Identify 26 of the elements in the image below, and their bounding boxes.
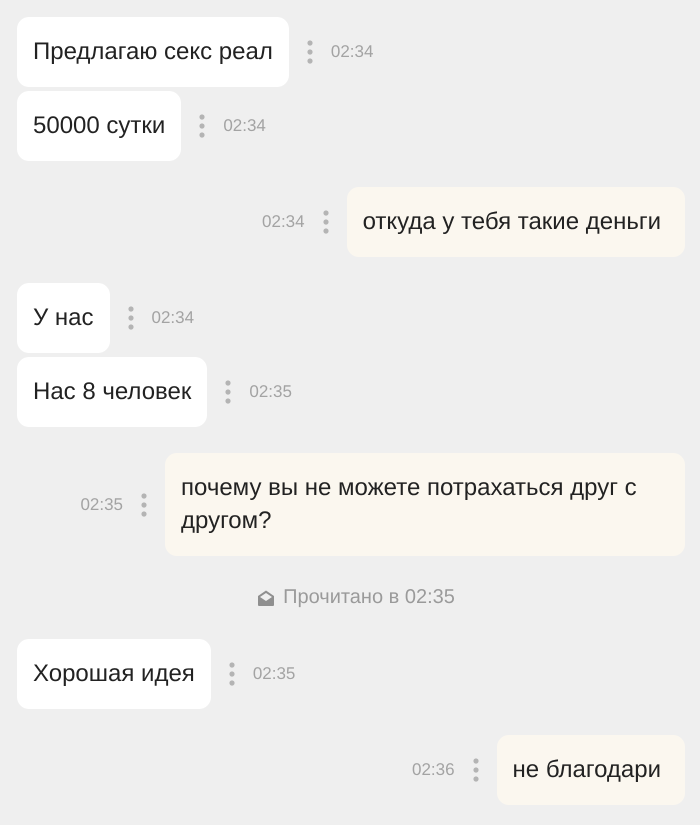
message-time: 02:34 [330, 42, 374, 62]
message-bubble: 50000 сутки [17, 91, 182, 161]
message-time: 02:35 [249, 382, 292, 402]
message-bubble: Нас 8 человек [17, 357, 208, 427]
message-time: 02:34 [262, 212, 305, 232]
more-icon[interactable] [306, 40, 313, 64]
more-icon[interactable] [225, 380, 232, 404]
message-time: 02:35 [80, 494, 123, 514]
more-icon[interactable] [228, 662, 235, 686]
more-icon[interactable] [472, 758, 479, 782]
message-time: 02:34 [223, 116, 266, 136]
open-envelope-icon [257, 590, 276, 606]
message-bubble: почему вы не можете потрахаться друг с другом? [165, 453, 685, 556]
message-bubble: откуда у тебя такие деньги [346, 187, 685, 257]
message-time: 02:34 [152, 308, 194, 328]
message-time: 02:36 [412, 760, 455, 780]
more-icon[interactable] [322, 210, 329, 234]
more-icon[interactable] [199, 114, 206, 138]
message-bubble: Хорошая идея [17, 639, 211, 709]
message-bubble: Предлагаю секс реал [17, 17, 289, 87]
more-icon[interactable] [128, 306, 134, 330]
more-icon[interactable] [141, 492, 147, 516]
read-receipt: Прочитано в 02:35 [283, 586, 455, 609]
message-bubble: не благодари [496, 735, 685, 805]
message-time: 02:35 [252, 664, 296, 684]
message-bubble: У нас [17, 283, 110, 353]
